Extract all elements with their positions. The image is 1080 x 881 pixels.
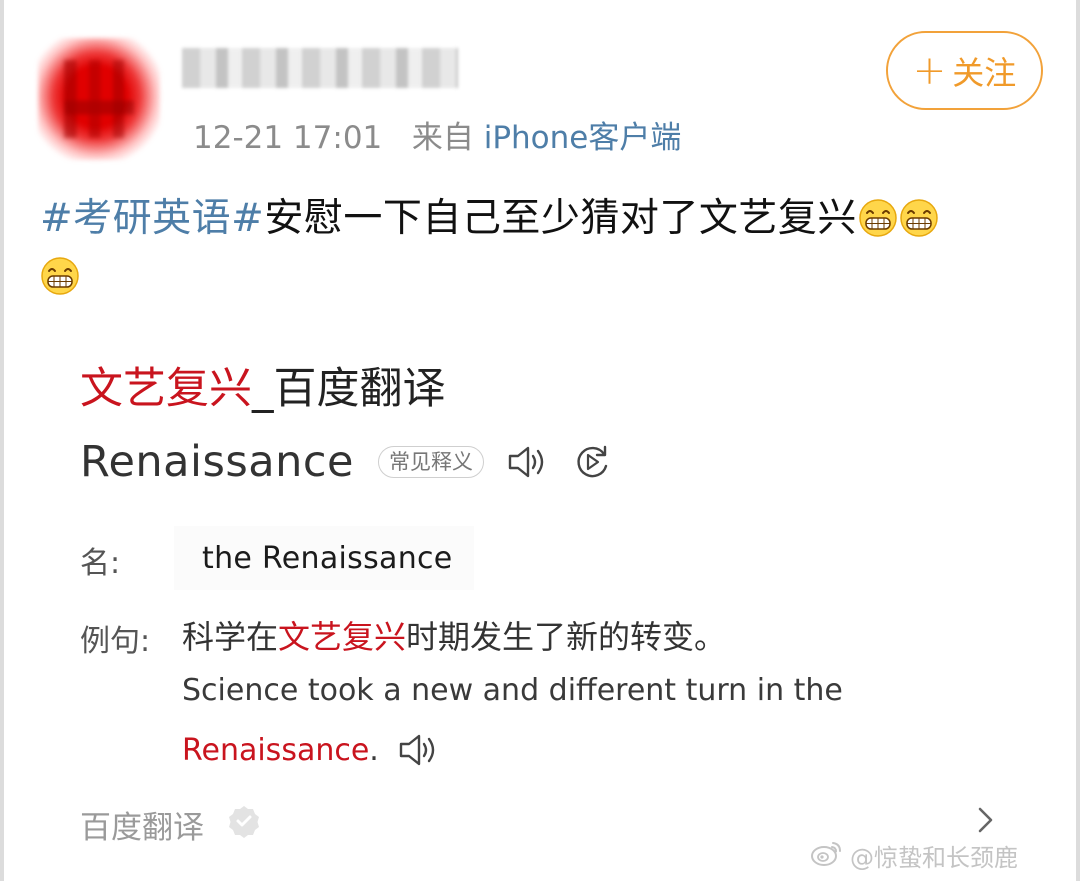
word-row: Renaissance 常见释义 — [80, 437, 612, 487]
grin-emoji — [899, 197, 939, 237]
part-of-speech-label: 名: — [80, 546, 121, 581]
hashtag-link[interactable]: #考研英语# — [40, 196, 264, 241]
avatar[interactable] — [38, 38, 160, 160]
common-meaning-badge: 常见释义 — [377, 446, 484, 478]
post-text: #考研英语#安慰一下自己至少猜对了文艺复兴 — [40, 190, 1040, 306]
plus-icon: + — [912, 47, 947, 94]
translation-title: 文艺复兴_百度翻译 — [80, 354, 446, 416]
follow-button[interactable]: + 关注 — [886, 31, 1043, 110]
speaker-icon[interactable] — [506, 442, 548, 482]
watermark: @惊蛰和长颈鹿 — [810, 838, 1018, 873]
weibo-logo-icon — [810, 839, 844, 873]
example-en-end: . — [369, 732, 379, 768]
username-blurred[interactable] — [182, 48, 458, 88]
example-cn-before: 科学在 — [182, 618, 279, 656]
example-label: 例句: — [80, 624, 151, 659]
right-border — [1076, 0, 1080, 881]
replay-icon[interactable] — [572, 442, 612, 482]
example-cn-highlight: 文艺复兴 — [278, 618, 407, 656]
title-highlight: 文艺复兴 — [80, 364, 252, 414]
example-english-line1: Science took a new and different turn in… — [182, 673, 843, 708]
chevron-right-icon[interactable] — [974, 804, 998, 840]
timestamp: 12-21 17:01 — [193, 120, 383, 156]
example-cn-after: 时期发生了新的转变。 — [406, 618, 727, 656]
left-border — [0, 0, 4, 881]
footer-source-label: 百度翻译 — [80, 810, 204, 846]
speaker-icon[interactable] — [397, 730, 439, 770]
part-of-speech-value: the Renaissance — [174, 526, 474, 590]
source-prefix: 来自 — [411, 120, 474, 156]
footer-source[interactable]: 百度翻译 — [80, 802, 262, 847]
example-chinese: 科学在文艺复兴时期发生了新的转变。 — [182, 612, 726, 658]
follow-label: 关注 — [952, 53, 1017, 92]
post-meta: 12-21 17:01 来自 iPhone客户端 — [193, 112, 681, 157]
translated-word: Renaissance — [80, 437, 354, 487]
post-body: 安慰一下自己至少猜对了文艺复兴 — [264, 196, 857, 241]
pos-value-text: the Renaissance — [202, 540, 453, 576]
grin-emoji — [40, 255, 80, 295]
grin-emoji — [858, 197, 898, 237]
example-english-line2: Renaissance. — [182, 730, 439, 770]
check-badge-icon — [226, 803, 262, 847]
watermark-text: @惊蛰和长颈鹿 — [850, 844, 1018, 872]
source-device[interactable]: iPhone客户端 — [484, 120, 682, 156]
example-en-highlight: Renaissance — [182, 732, 370, 768]
title-rest: _百度翻译 — [252, 364, 446, 414]
